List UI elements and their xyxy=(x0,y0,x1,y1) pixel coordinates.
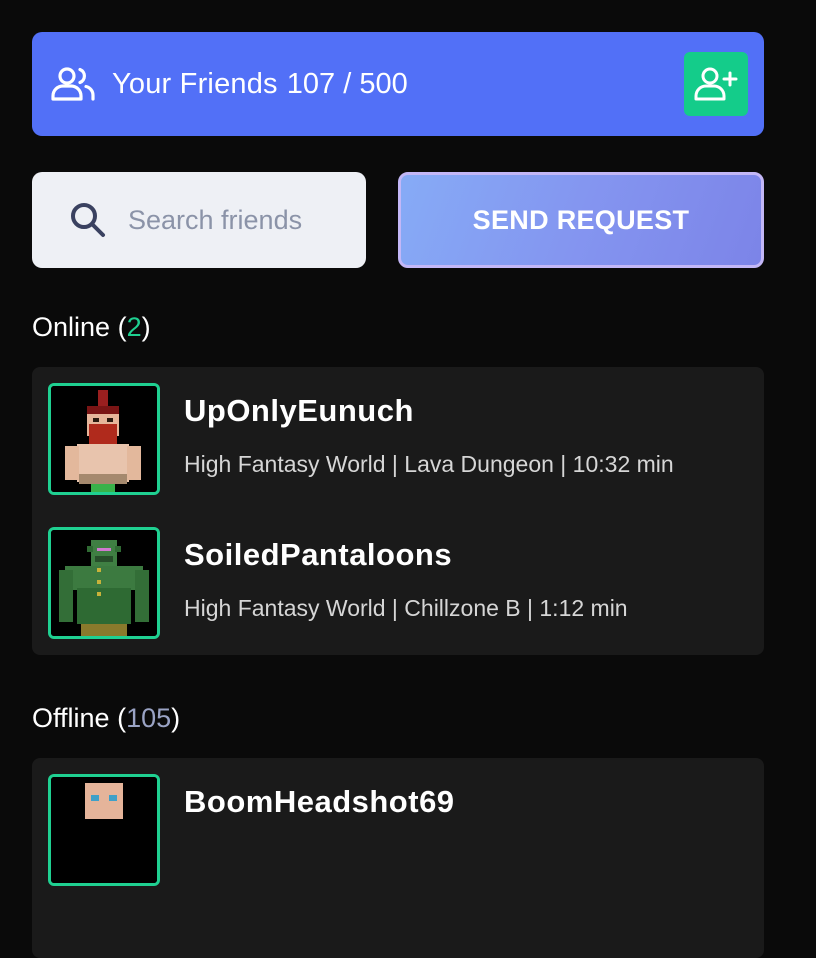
friend-name: UpOnlyEunuch xyxy=(184,393,414,428)
offline-count: 105 xyxy=(126,703,172,733)
users-icon xyxy=(50,66,96,102)
online-friend-list: UpOnlyEunuch High Fantasy World | Lava D… xyxy=(32,367,764,655)
friends-header: Your Friends 107 / 500 xyxy=(32,32,764,136)
avatar xyxy=(48,527,160,639)
search-row: SEND REQUEST xyxy=(32,172,764,268)
offline-open-paren: ( xyxy=(117,703,127,733)
offline-label: Offline xyxy=(32,703,110,733)
friend-status: High Fantasy World | Lava Dungeon | 10:3… xyxy=(184,451,674,477)
online-label: Online xyxy=(32,312,111,342)
friend-row[interactable]: SoiledPantaloons High Fantasy World | Ch… xyxy=(48,527,748,639)
friend-info: UpOnlyEunuch High Fantasy World | Lava D… xyxy=(184,393,674,478)
user-plus-icon xyxy=(693,66,739,102)
online-close-paren: ) xyxy=(141,312,151,342)
friend-info: SoiledPantaloons High Fantasy World | Ch… xyxy=(184,537,628,622)
online-section-title: Online (2) xyxy=(32,312,764,343)
online-open-paren: ( xyxy=(117,312,127,342)
friend-row[interactable]: UpOnlyEunuch High Fantasy World | Lava D… xyxy=(48,383,748,495)
offline-close-paren: ) xyxy=(171,703,181,733)
friend-row[interactable]: BoomHeadshot69 xyxy=(48,774,748,886)
search-field[interactable] xyxy=(32,172,366,268)
friend-name: BoomHeadshot69 xyxy=(184,784,455,819)
friend-name: SoiledPantaloons xyxy=(184,537,453,572)
avatar xyxy=(48,383,160,495)
online-count: 2 xyxy=(126,312,142,342)
friends-count: 107 / 500 xyxy=(286,67,408,100)
search-input[interactable] xyxy=(128,204,348,236)
avatar xyxy=(48,774,160,886)
send-request-button[interactable]: SEND REQUEST xyxy=(398,172,764,268)
friends-title: Your Friends xyxy=(112,67,278,100)
friend-info: BoomHeadshot69 xyxy=(184,784,455,820)
search-icon xyxy=(68,200,108,240)
friends-panel: Your Friends 107 / 500 SEND REQUEST xyxy=(32,32,764,958)
friend-status: High Fantasy World | Chillzone B | 1:12 … xyxy=(184,595,628,621)
offline-section-title: Offline (105) xyxy=(32,703,764,734)
add-friend-button[interactable] xyxy=(684,52,748,116)
offline-friend-list: BoomHeadshot69 xyxy=(32,758,764,958)
